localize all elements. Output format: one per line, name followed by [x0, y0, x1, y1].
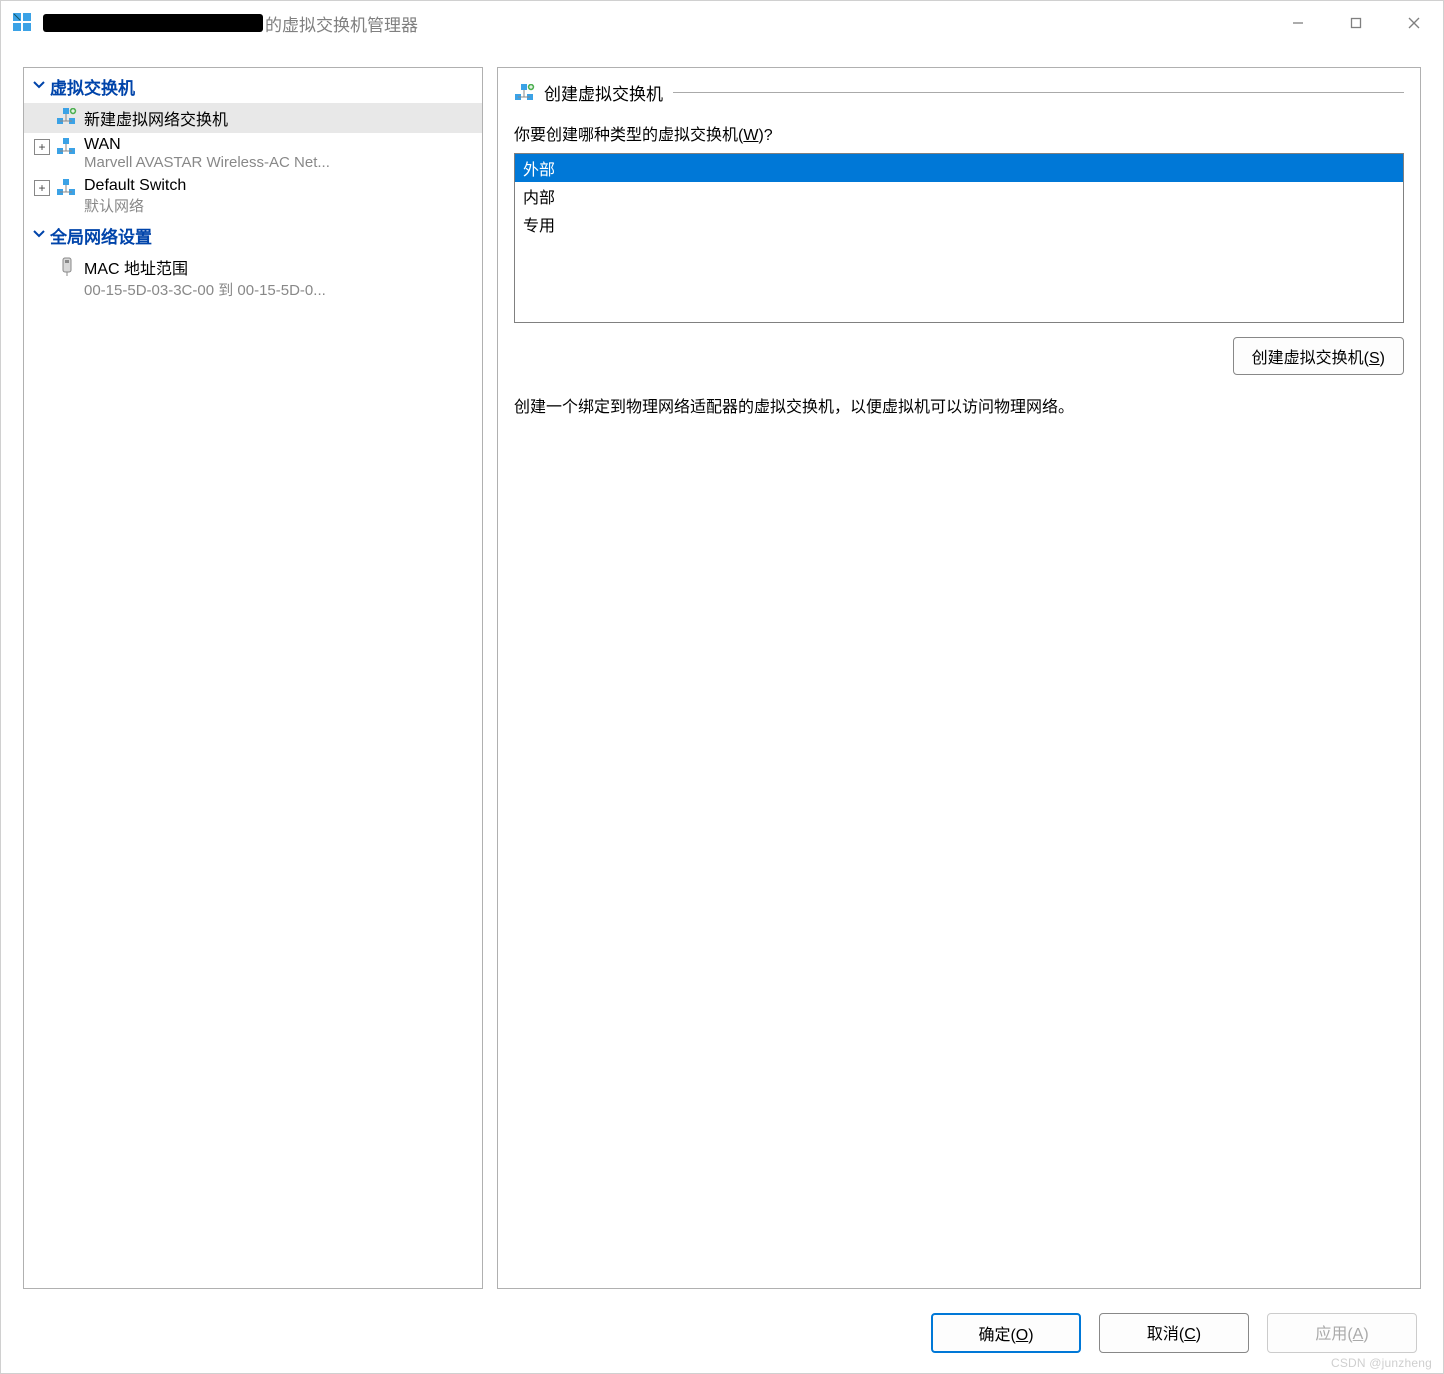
window-controls — [1269, 1, 1443, 45]
switch-icon — [56, 179, 78, 197]
right-panel: 创建虚拟交换机 你要创建哪种类型的虚拟交换机(W)? 外部 内部 专用 创建虚拟… — [497, 67, 1421, 1289]
close-button[interactable] — [1385, 1, 1443, 45]
switch-type-list[interactable]: 外部 内部 专用 — [514, 153, 1404, 323]
expand-icon[interactable]: + — [34, 180, 50, 196]
type-option-internal[interactable]: 内部 — [515, 182, 1403, 210]
content-area: 虚拟交换机 新建虚拟网络交换机 + WAN — [1, 45, 1443, 1297]
create-switch-button[interactable]: 创建虚拟交换机(S) — [1233, 337, 1404, 375]
window-title-suffix: 的虚拟交换机管理器 — [265, 11, 418, 36]
new-switch-icon — [514, 84, 536, 102]
tree-item-sublabel: Marvell AVASTAR Wireless-AC Net... — [84, 154, 476, 171]
tree: 虚拟交换机 新建虚拟网络交换机 + WAN — [24, 68, 482, 305]
nic-icon — [56, 257, 78, 277]
tree-item-new-switch[interactable]: 新建虚拟网络交换机 — [24, 103, 482, 133]
watermark: CSDN @junzheng — [1331, 1356, 1432, 1370]
tree-item-label: MAC 地址范围 — [84, 255, 476, 279]
tree-item-label: 新建虚拟网络交换机 — [84, 106, 476, 130]
window: 的虚拟交换机管理器 虚拟交换机 — [0, 0, 1444, 1374]
type-prompt: 你要创建哪种类型的虚拟交换机(W)? — [514, 121, 1404, 145]
left-panel: 虚拟交换机 新建虚拟网络交换机 + WAN — [23, 67, 483, 1289]
minimize-button[interactable] — [1269, 1, 1327, 45]
maximize-button[interactable] — [1327, 1, 1385, 45]
tree-item-sublabel: 00-15-5D-03-3C-00 到 00-15-5D-0... — [84, 279, 476, 300]
tree-item-label: Default Switch — [84, 177, 476, 195]
tree-item-wan[interactable]: + WAN Marvell AVASTAR Wireless-AC Net... — [24, 133, 482, 174]
type-option-external[interactable]: 外部 — [515, 154, 1403, 182]
collapse-icon — [30, 77, 48, 97]
cancel-button[interactable]: 取消(C) — [1099, 1313, 1249, 1353]
tree-item-sublabel: 默认网络 — [84, 195, 476, 216]
group-header: 创建虚拟交换机 — [514, 80, 1404, 105]
titlebar: 的虚拟交换机管理器 — [1, 1, 1443, 45]
collapse-icon — [30, 226, 48, 246]
section-global-network[interactable]: 全局网络设置 — [24, 219, 482, 252]
app-icon — [11, 11, 35, 35]
footer: 确定(O) 取消(C) 应用(A) — [1, 1297, 1443, 1373]
redacted-hostname — [43, 14, 263, 32]
type-option-private[interactable]: 专用 — [515, 210, 1403, 238]
section-label: 全局网络设置 — [50, 223, 152, 248]
tree-item-mac-range[interactable]: MAC 地址范围 00-15-5D-03-3C-00 到 00-15-5D-0.… — [24, 252, 482, 303]
type-description: 创建一个绑定到物理网络适配器的虚拟交换机，以便虚拟机可以访问物理网络。 — [514, 393, 1404, 417]
divider — [673, 92, 1404, 93]
apply-button: 应用(A) — [1267, 1313, 1417, 1353]
section-virtual-switches[interactable]: 虚拟交换机 — [24, 70, 482, 103]
new-switch-icon — [56, 108, 78, 126]
expand-icon[interactable]: + — [34, 139, 50, 155]
switch-icon — [56, 138, 78, 156]
tree-item-label: WAN — [84, 136, 476, 154]
group-title: 创建虚拟交换机 — [544, 80, 663, 105]
section-label: 虚拟交换机 — [50, 74, 135, 99]
tree-item-default-switch[interactable]: + Default Switch 默认网络 — [24, 174, 482, 219]
ok-button[interactable]: 确定(O) — [931, 1313, 1081, 1353]
